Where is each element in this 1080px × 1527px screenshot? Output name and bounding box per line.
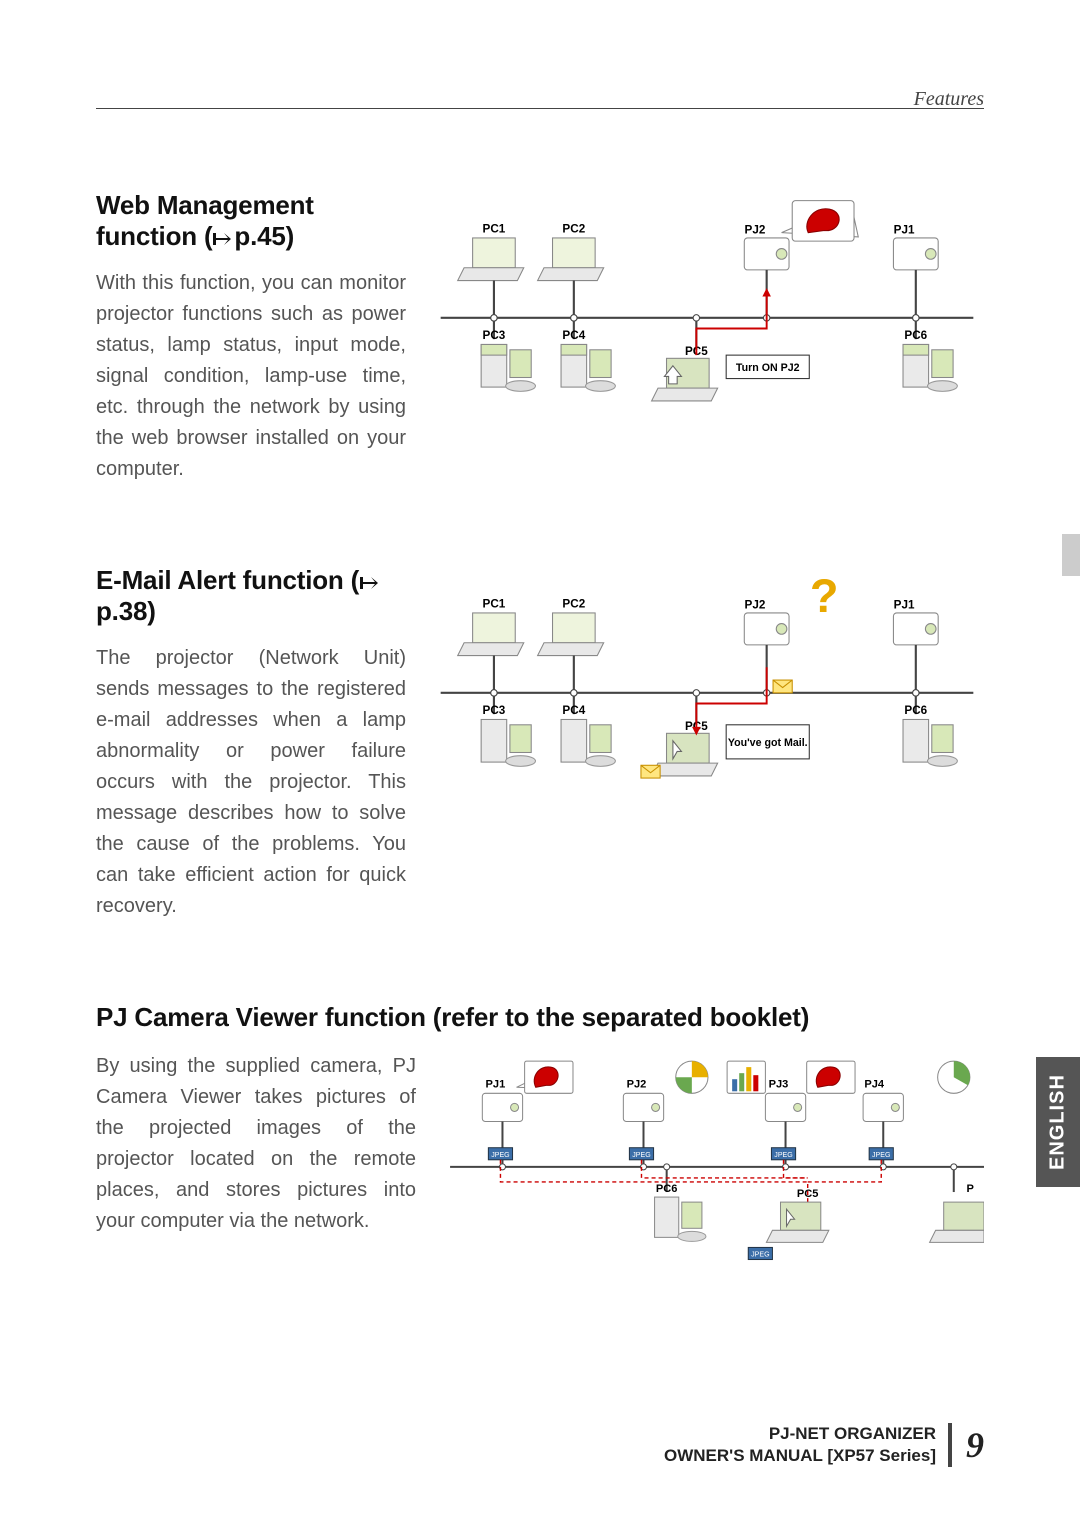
node-pc2: PC2 — [538, 223, 604, 321]
label-pj2: PJ2 — [745, 224, 766, 237]
node-pc4: PC4 — [561, 315, 615, 392]
page-footer: PJ-NET ORGANIZER OWNER'S MANUAL [XP57 Se… — [664, 1423, 984, 1467]
footer-line1: PJ-NET ORGANIZER — [769, 1424, 936, 1443]
footer-line2: OWNER'S MANUAL [XP57 Series] — [664, 1446, 936, 1465]
section-body: With this function, you can monitor proj… — [96, 268, 406, 485]
section-body: By using the supplied camera, PJ Camera … — [96, 1051, 416, 1237]
node-pc1: PC1 — [458, 223, 524, 321]
section-camera-viewer: PJ Camera Viewer function (refer to the … — [96, 1002, 984, 1308]
label-pc2: PC2 — [562, 598, 585, 611]
label-pj2: PJ2 — [627, 1078, 647, 1090]
node-pj1: PJ1 — [893, 599, 938, 696]
node-pc6: PC6 — [655, 1164, 706, 1242]
side-gray-tab — [1062, 534, 1080, 576]
title-text-pre: E-Mail Alert function ( — [96, 565, 359, 595]
label-pj2: PJ2 — [745, 599, 766, 612]
node-pc2: PC2 — [538, 598, 604, 696]
node-pc1: PC1 — [458, 598, 524, 696]
label-pc4: PC4 — [562, 704, 585, 717]
label-pj3: PJ3 — [769, 1078, 789, 1090]
label-p: P — [967, 1183, 975, 1195]
page-number: 9 — [966, 1424, 984, 1466]
label-pj1: PJ1 — [486, 1078, 506, 1090]
label-pj4: PJ4 — [864, 1078, 885, 1090]
label-pc4: PC4 — [562, 329, 585, 342]
label-pc6: PC6 — [904, 329, 927, 342]
callout-text: Turn ON PJ2 — [736, 362, 800, 374]
label-pj1: PJ1 — [894, 599, 915, 612]
diagram-web-management: PC1 PC2 PJ2 — [430, 190, 984, 424]
node-pj4: PJ4 JPEG — [807, 1061, 970, 1170]
label-pc6: PC6 — [656, 1183, 678, 1195]
title-text-ref: p.45) — [234, 221, 294, 251]
language-tab: ENGLISH — [1036, 1057, 1080, 1187]
node-pc5: PC5 JPEG — [748, 1188, 829, 1259]
label-pc3: PC3 — [483, 329, 506, 342]
node-pc3: PC3 — [481, 690, 535, 767]
header-rule — [96, 108, 984, 109]
pointer-icon — [359, 575, 379, 591]
node-pc6: PC6 — [903, 690, 957, 767]
node-p: P — [930, 1164, 984, 1243]
section-email-alert: E-Mail Alert function (p.38) The project… — [96, 565, 984, 922]
section-title: PJ Camera Viewer function (refer to the … — [96, 1002, 984, 1033]
node-pc6: PC6 — [903, 315, 957, 392]
label-pc1: PC1 — [483, 223, 506, 236]
label-pc2: PC2 — [562, 223, 585, 236]
jpeg-label: JPEG — [632, 1152, 650, 1159]
jpeg-label: JPEG — [872, 1152, 890, 1159]
label-pc3: PC3 — [483, 704, 506, 717]
section-web-management: Web Management function (p.45) With this… — [96, 190, 984, 485]
label-pc5: PC5 — [797, 1188, 819, 1200]
diagram-camera-viewer: PJ1 JPEG PJ2 — [440, 1051, 984, 1303]
pointer-icon — [212, 231, 232, 247]
diagram-email-alert: PC1 PC2 PJ2 — [430, 565, 984, 799]
node-pj1: PJ1 — [893, 224, 938, 321]
label-pc1: PC1 — [483, 598, 506, 611]
jpeg-label: JPEG — [751, 1252, 769, 1259]
section-body: The projector (Network Unit) sends messa… — [96, 643, 406, 922]
title-text-ref: p.38) — [96, 596, 156, 626]
node-pj2: PJ2 JPEG — [623, 1061, 708, 1170]
label-pj1: PJ1 — [894, 224, 915, 237]
callout-mail: You've got Mail. — [726, 725, 809, 759]
section-title: E-Mail Alert function (p.38) — [96, 565, 406, 627]
question-mark-icon: ? — [810, 570, 839, 622]
node-pj1: PJ1 JPEG — [482, 1061, 573, 1170]
node-pc4: PC4 — [561, 690, 615, 767]
section-title: Web Management function (p.45) — [96, 190, 406, 252]
callout-turn-on: Turn ON PJ2 — [726, 355, 809, 378]
jpeg-label: JPEG — [774, 1152, 792, 1159]
node-pj3: PJ3 JPEG — [727, 1061, 806, 1170]
node-pj2: PJ2 ? — [744, 570, 838, 696]
callout-text: You've got Mail. — [728, 737, 808, 749]
node-pj2: PJ2 — [744, 201, 858, 321]
jpeg-label: JPEG — [491, 1152, 509, 1159]
label-pc6: PC6 — [904, 704, 927, 717]
node-pc3: PC3 — [481, 315, 535, 392]
